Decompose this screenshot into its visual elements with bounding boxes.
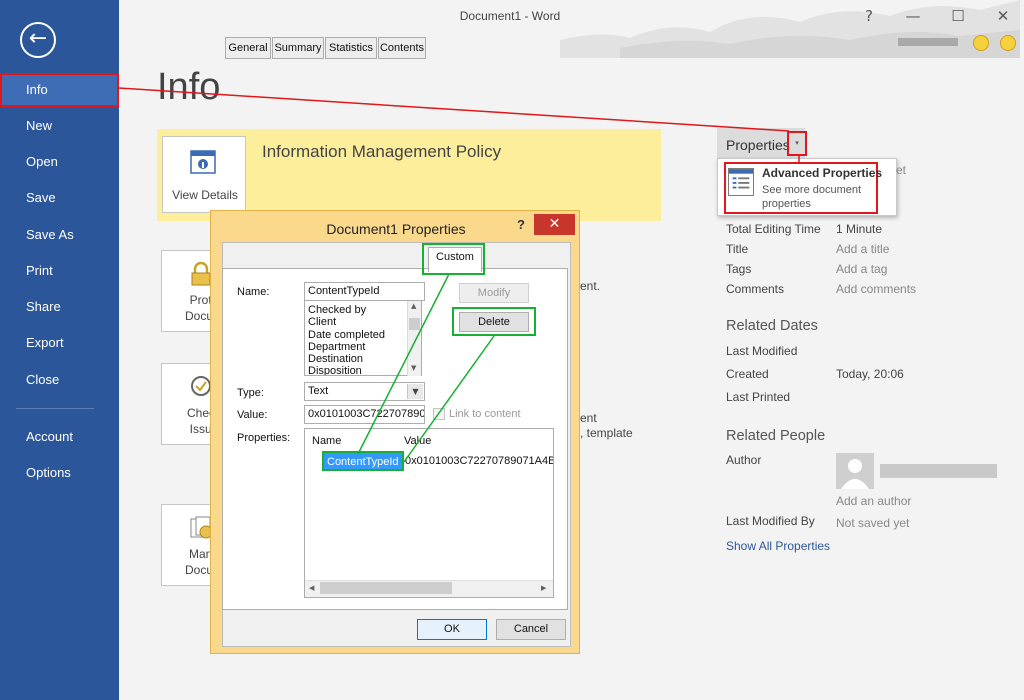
window-title: Document1 - Word [459,9,561,23]
page-title: Info [157,66,221,108]
protect-description: ent. [580,279,601,293]
related-people-heading: Related People [726,428,826,444]
table-header-name[interactable]: Name [312,435,341,447]
name-listbox[interactable]: Checked by Client Date completed Departm… [304,300,422,376]
delete-button-annotation [452,307,536,336]
properties-scroll-thumb[interactable] [320,582,452,594]
created-label: Created [726,367,769,381]
tags-label: Tags [726,262,752,276]
dialog-title: Document1 Properties [326,221,466,237]
last-modified-label: Last Modified [726,344,798,358]
frown-icon[interactable] [1000,35,1016,51]
cancel-button[interactable]: Cancel [496,619,566,640]
type-dropdown-icon[interactable]: ▼ [407,384,423,399]
list-item[interactable]: Destination [308,353,363,365]
scroll-up-icon[interactable]: ▲ [411,302,416,310]
nav-share[interactable]: Share [0,290,119,324]
nav-open[interactable]: Open [0,145,119,179]
nav-export[interactable]: Export [0,326,119,360]
view-details-label: View Details [172,188,238,202]
nav-info[interactable]: Info [0,73,119,107]
ok-button[interactable]: OK [417,619,487,640]
author-name [880,464,997,478]
nav-close[interactable]: Close [0,363,119,397]
properties-label: Properties: [237,432,291,444]
dialog-help-icon[interactable]: ? [517,217,525,232]
tab-statistics[interactable]: Statistics [325,37,377,59]
value-label: Value: [237,409,268,421]
list-item[interactable]: Client [308,316,336,328]
author-avatar [836,453,874,489]
check-description-a: ent [580,411,597,425]
user-account-name[interactable] [898,38,958,46]
help-icon[interactable]: ? [854,3,884,29]
advanced-properties-title: Advanced Properties [762,166,883,180]
total-editing-time-label: Total Editing Time [726,222,821,236]
nav-new[interactable]: New [0,109,119,143]
scroll-left-icon[interactable]: ◀ [309,584,314,592]
person-icon [841,459,869,489]
list-item[interactable]: Disposition [308,365,362,375]
sidebar-divider [16,408,94,409]
related-dates-heading: Related Dates [726,318,818,334]
properties-chevron-icon[interactable]: ▾ [787,131,807,156]
type-label: Type: [237,387,264,399]
scroll-down-icon[interactable]: ▼ [411,364,416,372]
name-input[interactable]: ContentTypeId [304,282,425,301]
link-to-content-label: Link to content [449,408,521,420]
tab-contents[interactable]: Contents [378,37,426,59]
tags-field[interactable]: Add a tag [836,262,887,276]
hidden-text-fragment: et [896,163,907,177]
created-value: Today, 20:06 [836,367,904,381]
restore-icon[interactable]: ☐ [943,3,973,29]
list-item[interactable]: Department [308,341,365,353]
close-window-icon[interactable]: ✕ [988,3,1018,29]
scroll-right-icon[interactable]: ▶ [541,584,546,592]
total-editing-time-value: 1 Minute [836,222,883,236]
nav-options[interactable]: Options [0,456,119,490]
table-header-value[interactable]: Value [404,435,431,447]
title-field[interactable]: Add a title [836,242,889,256]
view-details-button[interactable]: View Details [162,136,246,213]
comments-field[interactable]: Add comments [836,282,916,296]
nav-save-as[interactable]: Save As [0,218,119,252]
policy-title: Information Management Policy [262,142,502,161]
last-printed-label: Last Printed [726,390,791,404]
author-label: Author [726,453,762,467]
nav-save[interactable]: Save [0,181,119,215]
list-item[interactable]: Date completed [308,329,385,341]
dialog-close-icon[interactable]: ✕ [534,214,575,235]
minimize-icon[interactable]: — [898,3,928,29]
title-label: Title [726,242,749,256]
add-author-field[interactable]: Add an author [836,494,911,508]
link-to-content-checkbox[interactable] [433,408,445,420]
comments-label: Comments [726,282,785,296]
tab-general[interactable]: General [225,37,271,59]
list-item[interactable]: Checked by [308,304,366,316]
last-modified-by-label: Last Modified By [726,514,815,528]
value-input[interactable]: 0x0101003C7227078907 [304,405,425,424]
properties-label: Properties [726,137,790,153]
check-description-b: , template [580,426,633,440]
back-arrow-icon[interactable]: ← [20,22,56,58]
last-modified-by-value: Not saved yet [836,516,910,530]
show-all-properties-link[interactable]: Show All Properties [726,539,830,553]
view-details-icon [190,150,216,174]
custom-tab-annotation [422,243,485,275]
name-list-scroll-thumb[interactable] [409,318,420,330]
name-label: Name: [237,286,270,298]
nav-print[interactable]: Print [0,254,119,288]
modify-button[interactable]: Modify [459,283,529,303]
table-row-name[interactable]: ContentTypeId [322,451,404,471]
name-list-scrollbar[interactable]: ▲ ▼ [407,301,421,376]
nav-account[interactable]: Account [0,420,119,454]
tab-summary[interactable]: Summary [272,37,324,59]
smile-icon[interactable] [973,35,989,51]
advanced-properties-description: See more document properties [762,184,862,210]
advanced-properties-icon [728,168,754,196]
table-row-value[interactable]: 0x0101003C72270789071A4BB0 [405,455,553,467]
